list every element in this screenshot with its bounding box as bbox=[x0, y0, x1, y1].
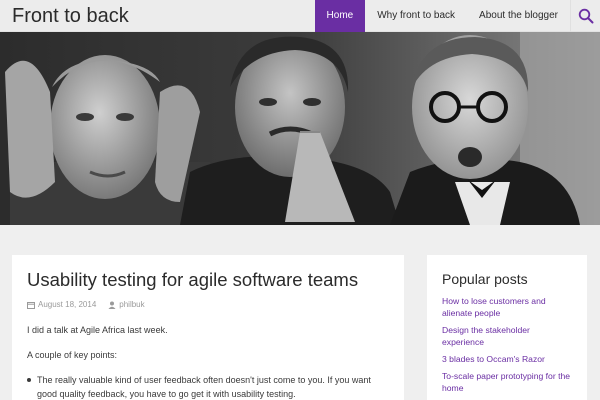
widget-title: Popular posts bbox=[442, 271, 528, 287]
search-button[interactable] bbox=[570, 0, 600, 32]
post-author[interactable]: philbuk bbox=[108, 300, 145, 309]
nav-item-home[interactable]: Home bbox=[314, 0, 366, 32]
primary-navigation: Home Why front to back About the blogger bbox=[314, 0, 570, 32]
nav-item-why-front-to-back[interactable]: Why front to back bbox=[365, 0, 467, 32]
post-meta: August 18, 2014 philbuk bbox=[27, 300, 389, 309]
bullet-icon bbox=[27, 378, 31, 382]
post-date-text: August 18, 2014 bbox=[38, 300, 97, 309]
calendar-icon bbox=[27, 301, 35, 309]
popular-post-link[interactable]: 3 blades to Occam's Razor bbox=[442, 353, 572, 365]
post-author-text: philbuk bbox=[119, 300, 145, 309]
search-icon bbox=[578, 8, 593, 24]
user-icon bbox=[108, 301, 116, 309]
post-content: I did a talk at Agile Africa last week. … bbox=[27, 323, 389, 400]
popular-post-link[interactable]: Design the stakeholder experience bbox=[442, 324, 572, 348]
post-date[interactable]: August 18, 2014 bbox=[27, 300, 96, 309]
hero-photo bbox=[0, 32, 600, 225]
site-title[interactable]: Front to back bbox=[12, 5, 129, 27]
post-paragraph: A couple of key points: bbox=[27, 350, 118, 360]
post-title[interactable]: Usability testing for agile software tea… bbox=[27, 269, 389, 291]
popular-post-link[interactable]: To-scale paper prototyping for the home bbox=[442, 370, 572, 394]
sidebar-popular-posts: Popular posts How to lose customers and … bbox=[427, 255, 587, 400]
site-header: Front to back Home Why front to back Abo… bbox=[0, 0, 600, 32]
post-bullet-item: The really valuable kind of user feedbac… bbox=[27, 373, 389, 400]
post-paragraph: I did a talk at Agile Africa last week. bbox=[27, 325, 168, 335]
post-bullet-list: The really valuable kind of user feedbac… bbox=[27, 373, 389, 400]
popular-posts-list: How to lose customers and alienate peopl… bbox=[442, 295, 572, 394]
post-article: Usability testing for agile software tea… bbox=[12, 255, 404, 400]
header-image bbox=[0, 32, 600, 225]
nav-item-about-the-blogger[interactable]: About the blogger bbox=[467, 0, 570, 32]
popular-post-link[interactable]: How to lose customers and alienate peopl… bbox=[442, 295, 572, 319]
post-bullet-text: The really valuable kind of user feedbac… bbox=[37, 375, 371, 399]
